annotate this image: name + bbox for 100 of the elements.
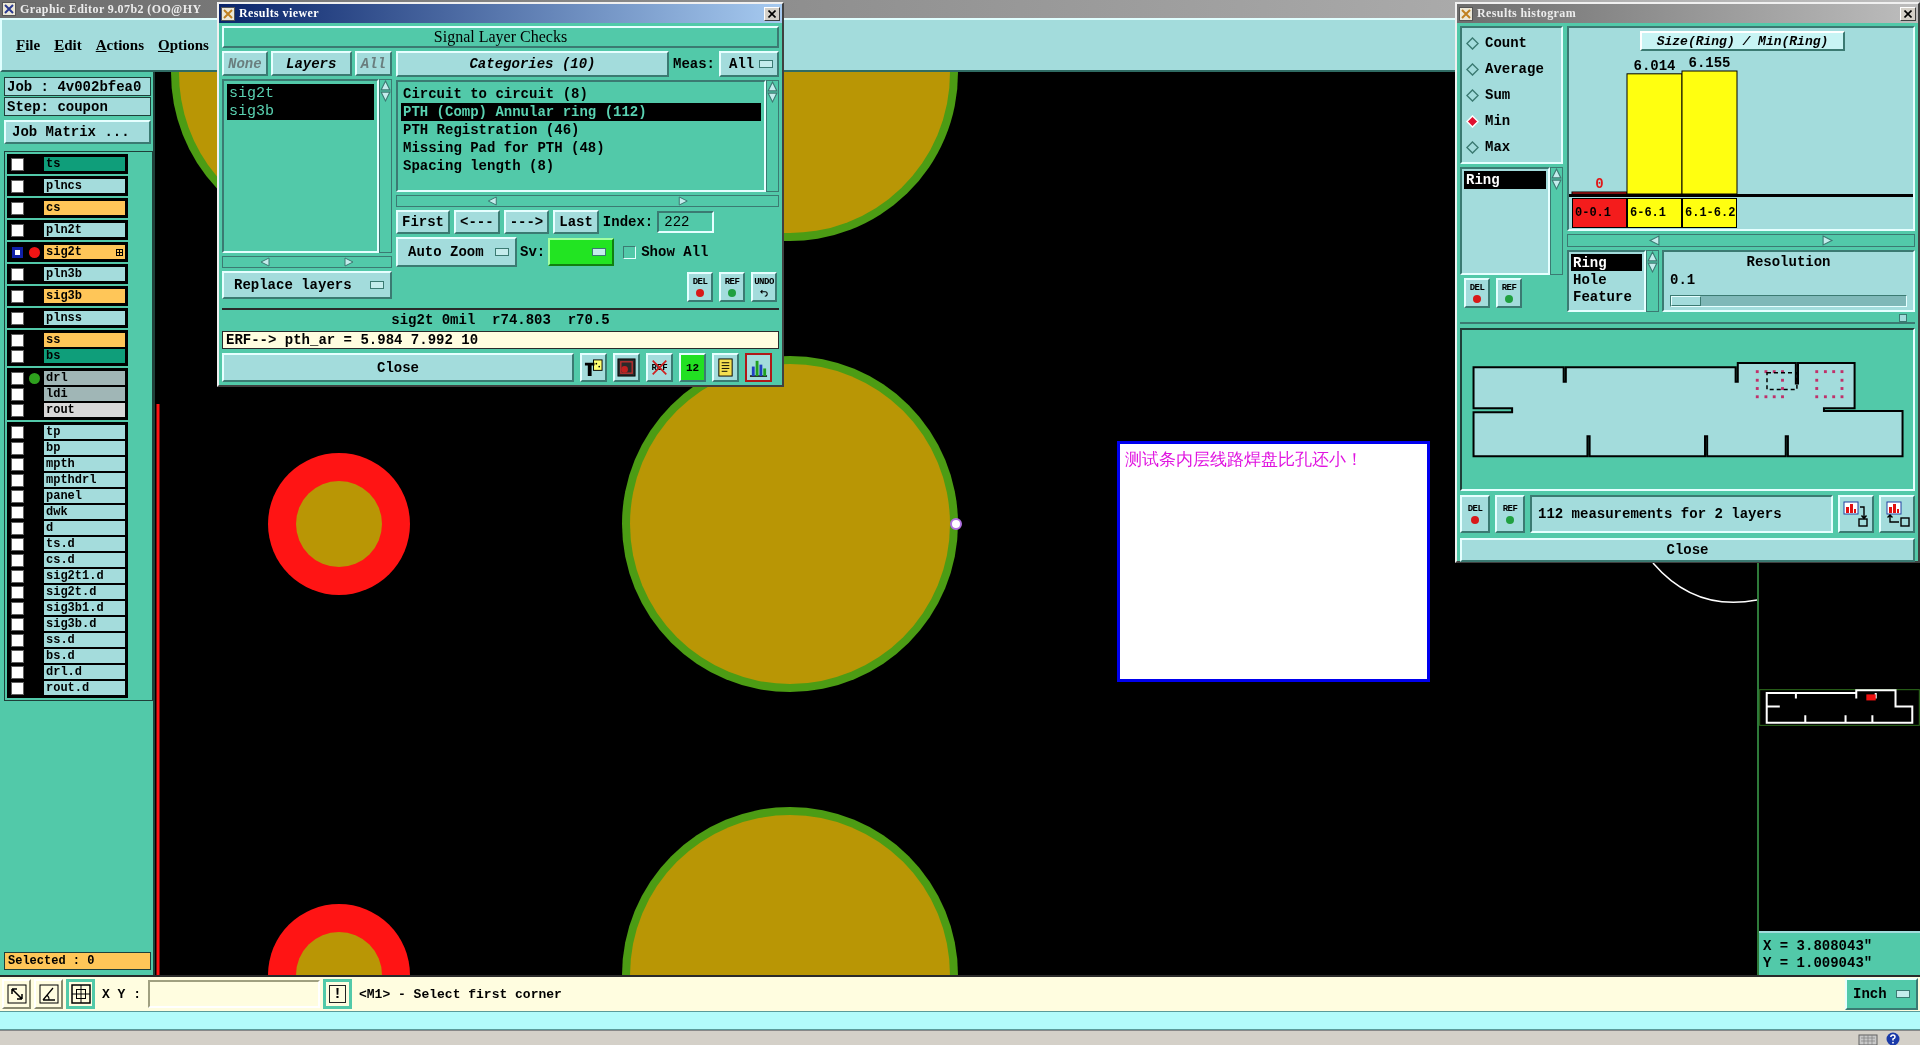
meas-dropdown[interactable]: All [719, 51, 779, 77]
layer-button[interactable]: pln2t [43, 222, 126, 238]
layer-checkbox[interactable] [11, 633, 24, 647]
layer-checkbox[interactable] [11, 489, 24, 503]
pane-splitter-handle[interactable] [1899, 314, 1907, 322]
layer-button[interactable]: drl [43, 370, 126, 386]
del-button[interactable]: DEL [1464, 278, 1490, 308]
list-item[interactable]: Ring [1571, 254, 1642, 271]
scroll-up-icon[interactable] [1647, 251, 1658, 262]
scroll-up-icon[interactable] [767, 81, 778, 92]
list-item[interactable]: sig3b [227, 102, 374, 120]
navigation-button[interactable]: ---> [503, 210, 550, 234]
layer-checkbox[interactable] [11, 267, 24, 281]
layer-button[interactable]: bs [43, 348, 126, 364]
layer-button[interactable]: drl.d [43, 664, 126, 680]
help-icon[interactable] [1886, 1032, 1900, 1045]
menu-item[interactable]: Edit [50, 34, 86, 56]
layer-checkbox[interactable] [11, 425, 24, 439]
layer-button[interactable]: cs [43, 200, 126, 216]
layer-checkbox[interactable] [11, 457, 24, 471]
layer-checkbox[interactable] [11, 585, 24, 599]
del-button[interactable]: DEL [1460, 495, 1490, 533]
view-button[interactable] [1838, 495, 1874, 533]
layer-button[interactable]: plnss [43, 310, 126, 326]
layer-checkbox[interactable] [11, 403, 24, 417]
layer-button[interactable]: pln3b [43, 266, 126, 282]
alert-button[interactable]: ! [323, 979, 352, 1009]
layer-button[interactable]: rout.d [43, 680, 126, 696]
checkbox-icon[interactable] [623, 245, 637, 259]
layer-checkbox[interactable] [11, 505, 24, 519]
layer-checkbox[interactable] [11, 157, 24, 171]
layer-checkbox[interactable] [11, 245, 24, 259]
marker-button[interactable] [613, 353, 640, 382]
layer-button[interactable]: ts [43, 156, 126, 172]
vertical-scrollbar[interactable] [379, 79, 392, 253]
tool-button[interactable] [66, 979, 95, 1009]
layer-button[interactable]: panel [43, 488, 126, 504]
mode-radio[interactable]: Count [1466, 31, 1527, 55]
categories-button[interactable]: Categories (10) [396, 51, 669, 77]
index-field[interactable]: 222 [657, 211, 715, 233]
category-item[interactable]: Spacing length (8) [401, 157, 761, 175]
mode-radio[interactable]: Min [1466, 109, 1511, 133]
layer-checkbox[interactable] [11, 349, 24, 363]
list-item[interactable]: sig2t [227, 84, 374, 102]
del-button[interactable]: DEL [687, 272, 713, 302]
replace-layers-dropdown[interactable]: Replace layers [222, 271, 392, 299]
ref-button[interactable]: REF [719, 272, 745, 302]
layer-button[interactable]: cs.d [43, 552, 126, 568]
zoom-mode-dropdown[interactable]: Auto Zoom [396, 237, 517, 267]
menu-item[interactable]: Options [154, 34, 213, 56]
close-button[interactable]: Close [1460, 538, 1915, 562]
layer-button[interactable]: rout [43, 402, 126, 418]
scroll-up-icon[interactable] [380, 80, 391, 91]
layer-button[interactable]: ts.d [43, 536, 126, 552]
layer-checkbox[interactable] [11, 537, 24, 551]
job-matrix-button[interactable]: Job Matrix ... [4, 120, 151, 144]
show-all-checkbox[interactable]: Show All [623, 244, 709, 260]
mode-radio[interactable]: Sum [1466, 83, 1511, 107]
layer-checkbox[interactable] [11, 179, 24, 193]
navigation-button[interactable]: Last [553, 210, 599, 234]
layer-checkbox[interactable] [11, 387, 24, 401]
layer-button[interactable]: d [43, 520, 126, 536]
layer-button[interactable]: sig3b.d [43, 616, 126, 632]
mode-radio[interactable]: Average [1466, 57, 1544, 81]
page-button[interactable]: 12 [679, 353, 706, 382]
navigation-button[interactable]: First [396, 210, 450, 234]
view-button[interactable] [1879, 495, 1915, 533]
layer-button[interactable]: tp [43, 424, 126, 440]
list-item[interactable]: Hole [1571, 271, 1642, 288]
layer-button[interactable]: sig3b1.d [43, 600, 126, 616]
category-item[interactable]: Missing Pad for PTH (48) [401, 139, 761, 157]
layer-checkbox[interactable] [11, 681, 24, 695]
layer-checkbox[interactable] [11, 601, 24, 615]
layer-checkbox[interactable] [11, 553, 24, 567]
ref-button[interactable]: REF [1496, 278, 1522, 308]
close-button[interactable] [764, 6, 780, 21]
scroll-down-icon[interactable] [1647, 262, 1658, 273]
layer-checkbox[interactable] [11, 649, 24, 663]
histogram-button[interactable] [745, 353, 772, 382]
slider-thumb[interactable] [1671, 296, 1701, 306]
category-item[interactable]: PTH Registration (46) [401, 121, 761, 139]
navigation-button[interactable]: <--- [454, 210, 500, 234]
layer-checkbox[interactable] [11, 617, 24, 631]
list-item[interactable]: Ring [1464, 171, 1546, 189]
layer-button[interactable]: bp [43, 440, 126, 456]
layer-button[interactable]: mpthdrl [43, 472, 126, 488]
scroll-up-icon[interactable] [1551, 168, 1562, 179]
category-item[interactable]: PTH (Comp) Annular ring (112) [401, 103, 761, 121]
figure-button[interactable] [580, 353, 607, 382]
vertical-scrollbar[interactable] [1646, 250, 1659, 312]
menu-item[interactable]: Actions [91, 34, 149, 56]
layer-checkbox[interactable] [11, 201, 24, 215]
layer-checkbox[interactable] [11, 473, 24, 487]
scroll-down-icon[interactable] [767, 92, 778, 103]
vertical-scrollbar[interactable] [1550, 167, 1563, 275]
layer-button[interactable]: bs.d [43, 648, 126, 664]
filter-button[interactable]: Layers [270, 51, 352, 76]
close-button[interactable] [1900, 6, 1916, 21]
layer-button[interactable]: plncs [43, 178, 126, 194]
report-button[interactable] [712, 353, 739, 382]
